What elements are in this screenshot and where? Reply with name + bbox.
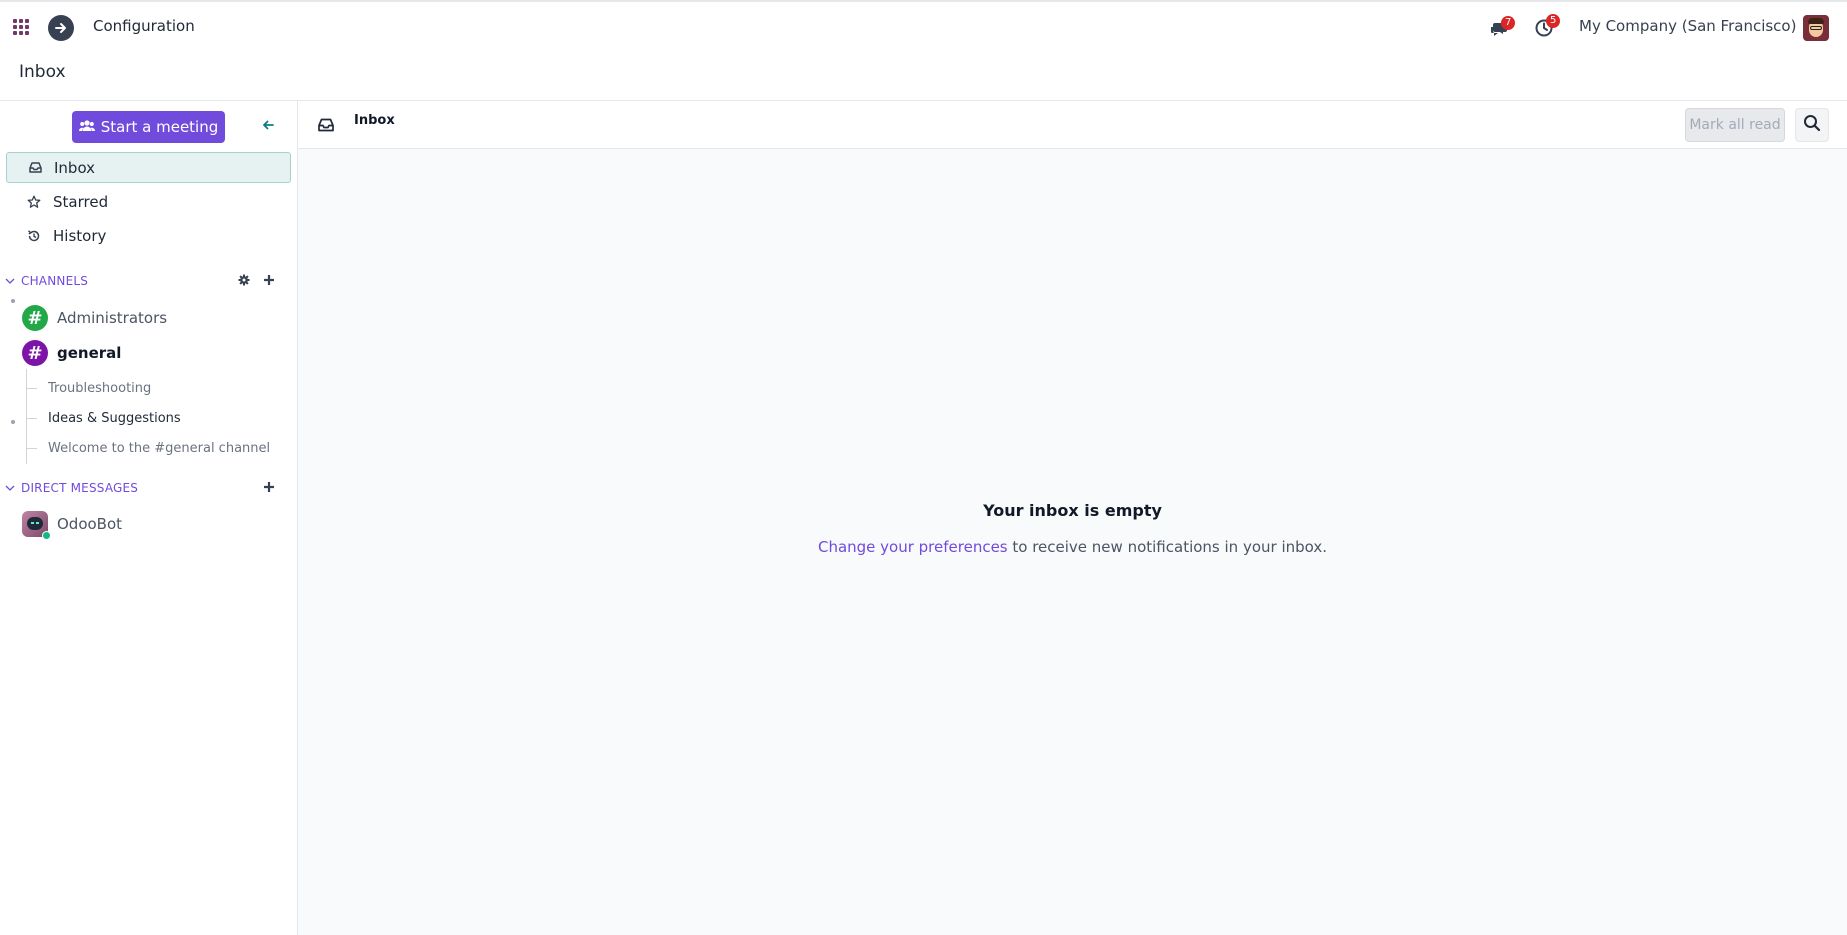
- channel-item-administrators[interactable]: # Administrators: [22, 304, 167, 332]
- unread-dot: [11, 299, 15, 303]
- sidebar-item-label: Inbox: [54, 158, 96, 177]
- direct-messages-header: DIRECT MESSAGES: [21, 481, 139, 495]
- thread-header: Inbox Mark all read: [298, 101, 1847, 149]
- arrow-left-collapse-icon[interactable]: [261, 118, 275, 132]
- company-switcher[interactable]: My Company (San Francisco): [1579, 17, 1796, 35]
- users-icon: [78, 118, 95, 136]
- hashtag-icon: #: [22, 305, 48, 331]
- channels-category-toggle[interactable]: CHANNELS: [5, 272, 88, 290]
- activities-count-badge: 5: [1546, 14, 1561, 28]
- add-direct-message-plus-icon[interactable]: [262, 480, 276, 494]
- inbox-icon: [26, 162, 44, 173]
- top-navbar: Configuration 7 5 My Company (San Franci…: [0, 0, 1847, 52]
- empty-inbox-message: Change your preferences to receive new n…: [298, 538, 1847, 556]
- start-meeting-button[interactable]: Start a meeting: [72, 111, 225, 143]
- app-title[interactable]: Configuration: [93, 17, 195, 35]
- thread-label: Troubleshooting: [48, 380, 152, 396]
- hashtag-icon: #: [22, 340, 48, 366]
- thread-item-ideas[interactable]: Ideas & Suggestions: [27, 408, 181, 428]
- chevron-down-icon: [5, 273, 15, 289]
- change-preferences-link[interactable]: Change your preferences: [818, 538, 1008, 556]
- add-channel-plus-icon[interactable]: [262, 273, 276, 287]
- empty-inbox-title: Your inbox is empty: [983, 501, 1162, 520]
- history-icon: [25, 229, 43, 243]
- channel-label: general: [57, 344, 122, 362]
- inbox-panel: Inbox Mark all read Your inbox is empty …: [298, 100, 1847, 935]
- sidebar-item-history[interactable]: History: [6, 220, 291, 251]
- breadcrumb: Inbox: [19, 62, 66, 82]
- unread-dot: [11, 420, 15, 424]
- arrow-right-circle-icon[interactable]: [48, 15, 74, 41]
- sidebar-item-label: History: [53, 226, 107, 245]
- star-icon: [25, 195, 43, 209]
- sidebar-item-inbox[interactable]: Inbox: [6, 152, 291, 183]
- inbox-icon: [318, 118, 334, 132]
- mark-all-read-button[interactable]: Mark all read: [1685, 108, 1785, 142]
- channel-label: Administrators: [57, 309, 168, 327]
- thread-item-troubleshooting[interactable]: Troubleshooting: [27, 378, 151, 398]
- messages-count-badge: 7: [1501, 16, 1516, 30]
- odoobot-avatar: [22, 511, 51, 540]
- start-meeting-label: Start a meeting: [100, 118, 219, 136]
- channel-item-general[interactable]: # general: [22, 339, 121, 367]
- search-icon: [1803, 114, 1821, 136]
- empty-inbox-text: to receive new notifications in your inb…: [1007, 538, 1328, 556]
- dm-label: OdooBot: [57, 515, 123, 533]
- search-button[interactable]: [1795, 108, 1829, 142]
- discuss-sidebar: Start a meeting Inbox Starred History CH…: [0, 100, 298, 935]
- thread-title: Inbox: [354, 113, 395, 128]
- dm-item-odoobot[interactable]: OdooBot: [22, 510, 123, 540]
- user-avatar[interactable]: [1803, 15, 1829, 41]
- sidebar-item-label: Starred: [53, 192, 109, 211]
- direct-messages-category-toggle[interactable]: DIRECT MESSAGES: [5, 479, 138, 497]
- channels-header: CHANNELS: [21, 274, 89, 288]
- chevron-down-icon: [5, 480, 15, 496]
- sidebar-item-starred[interactable]: Starred: [6, 186, 291, 217]
- thread-item-welcome[interactable]: Welcome to the #general channel: [27, 438, 270, 458]
- thread-label: Ideas & Suggestions: [48, 410, 181, 426]
- channel-settings-gear-icon[interactable]: [237, 273, 251, 287]
- online-status-icon: [42, 531, 51, 540]
- thread-label: Welcome to the #general channel: [48, 440, 271, 456]
- apps-menu-icon[interactable]: [13, 19, 29, 35]
